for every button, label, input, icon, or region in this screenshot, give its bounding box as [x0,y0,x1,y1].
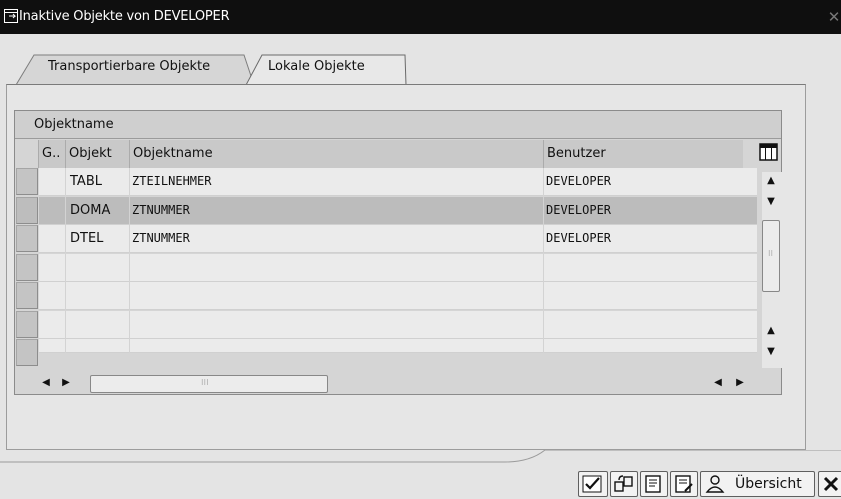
tab-transportierbare-objekte[interactable]: Transportierbare Objekte [16,53,256,85]
grip-icon: ⁝⁝⁝ [201,378,209,387]
vertical-scrollbar[interactable]: ▲ ▼ ⁝⁝ ▲ ▼ [762,172,784,368]
row-selector[interactable] [16,282,38,309]
scroll-right-icon[interactable]: ▶ [58,376,74,390]
cell-benutzer: DEVELOPER [543,168,757,196]
change-button[interactable] [670,471,698,497]
overview-label: Übersicht [735,476,802,492]
cell-benutzer: DEVELOPER [543,197,757,225]
column-header-g[interactable]: G.. [38,140,65,168]
cell-objekt: TABL [65,168,129,196]
empty-row[interactable] [39,282,757,310]
empty-cell [543,254,757,282]
check-icon [582,475,602,493]
empty-row[interactable] [39,311,757,339]
tab-strip: Transportierbare Objekte Lokale Objekte [0,34,841,86]
cell-g [39,197,65,225]
horizontal-scrollbar-thumb[interactable]: ⁝⁝⁝ [90,375,328,393]
cell-objektname: ZTNUMMER [129,197,543,225]
column-header-objektname[interactable]: Objektname [129,140,543,168]
scroll-left-icon[interactable]: ◀ [710,376,726,390]
scroll-left-icon[interactable]: ◀ [38,376,54,390]
scroll-right-icon[interactable]: ▶ [732,376,748,390]
button-bar: Übersicht [0,450,841,499]
empty-cell [65,339,129,353]
scroll-down-icon[interactable]: ▼ [763,345,779,359]
activate-icon [614,475,633,492]
table-title-bar: Objektname [15,111,781,139]
confirm-button[interactable] [578,471,608,497]
column-header-objekt[interactable]: Objekt [65,140,129,168]
overview-person-icon [705,475,725,493]
cell-objekt: DTEL [65,225,129,253]
cancel-button[interactable] [818,471,841,497]
display-icon [645,475,661,493]
row-selector[interactable] [16,254,38,281]
empty-cell [543,311,757,339]
row-selector[interactable] [16,168,38,195]
empty-row[interactable] [39,254,757,282]
row-selector[interactable] [16,311,38,338]
table-title: Objektname [34,117,114,132]
empty-cell [129,254,543,282]
window-title: Inaktive Objekte von DEVELOPER [19,9,230,24]
scroll-up-icon[interactable]: ▲ [763,324,779,338]
title-bar: Inaktive Objekte von DEVELOPER ✕ [0,0,841,34]
table-row[interactable]: TABL ZTEILNEHMER DEVELOPER [39,168,757,196]
horizontal-scrollbar[interactable]: ◀ ▶ ⁝⁝⁝ ◀ ▶ [38,373,758,393]
cell-objektname: ZTEILNEHMER [129,168,543,196]
row-selector[interactable] [16,339,38,366]
cell-objekt: DOMA [65,197,129,225]
layout-settings-icon[interactable] [758,141,780,163]
cell-g [39,168,65,196]
activate-button[interactable] [610,471,638,497]
column-header-benutzer[interactable]: Benutzer [543,140,743,168]
empty-cell [543,282,757,310]
table-row[interactable]: DTEL ZTNUMMER DEVELOPER [39,225,757,253]
change-icon [675,475,693,493]
cell-objektname: ZTNUMMER [129,225,543,253]
empty-cell [65,254,129,282]
row-selector[interactable] [16,225,38,252]
empty-cell [129,311,543,339]
scroll-up-icon[interactable]: ▲ [763,174,779,188]
cancel-icon [823,476,839,492]
objects-table: Objektname G.. Objekt Objektname Benutze… [14,110,782,395]
tab-lokale-objekte[interactable]: Lokale Objekte [246,53,410,85]
scroll-down-icon[interactable]: ▼ [763,195,779,209]
grip-icon: ⁝⁝ [768,249,774,258]
window-icon [4,9,18,23]
empty-cell [65,282,129,310]
scrollbar-thumb[interactable]: ⁝⁝ [762,220,780,292]
overview-button[interactable]: Übersicht [700,471,815,497]
empty-cell [65,311,129,339]
cell-benutzer: DEVELOPER [543,225,757,253]
row-selector[interactable] [16,197,38,224]
tab-label: Lokale Objekte [268,59,365,74]
close-icon[interactable]: ✕ [826,8,841,26]
empty-cell [129,282,543,310]
empty-cell [543,339,757,353]
tab-label: Transportierbare Objekte [48,59,211,74]
display-button[interactable] [640,471,668,497]
cell-g [39,225,65,253]
table-row[interactable]: DOMA ZTNUMMER DEVELOPER [39,197,757,225]
empty-cell [129,339,543,353]
empty-row[interactable] [39,339,757,353]
